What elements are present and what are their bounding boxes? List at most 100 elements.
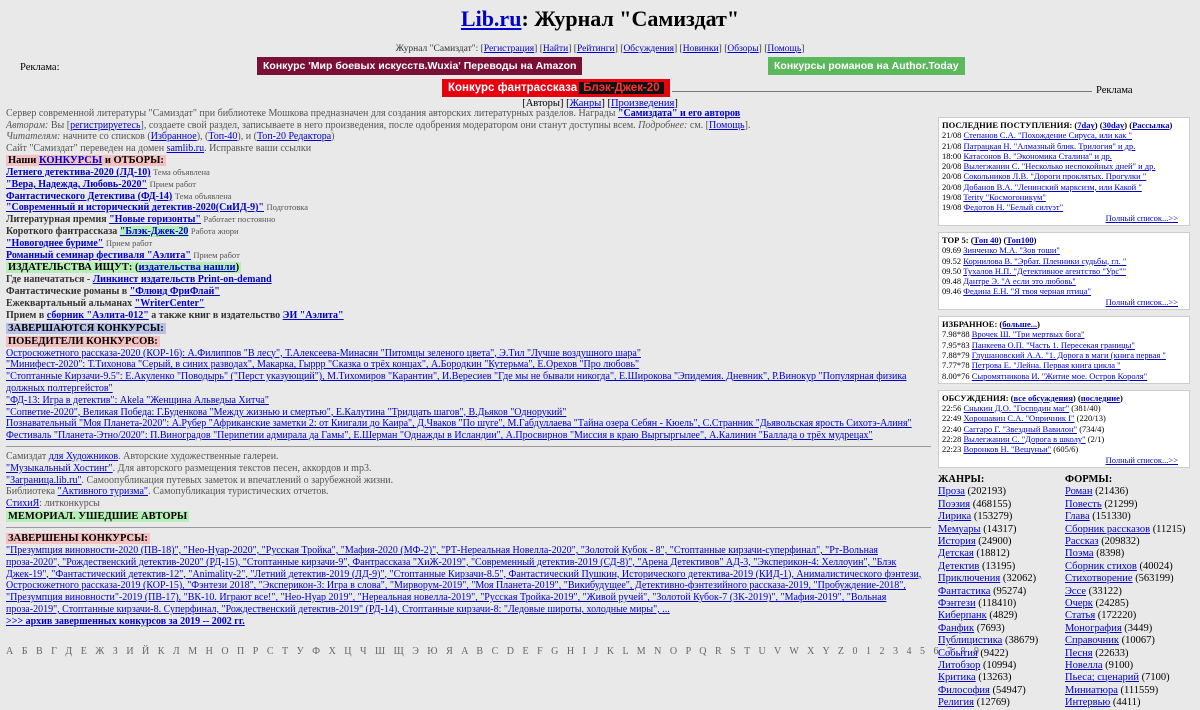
- latest-link[interactable]: Федотов Н. "Белый силуэт": [964, 202, 1064, 212]
- top5-link[interactable]: Корнилова В. "Эрбат. Пленники судьбы, гл…: [963, 256, 1126, 266]
- favorite-link[interactable]: Сыромятникова И. "Житие мое. Остров Коро…: [972, 371, 1147, 381]
- misc-link[interactable]: "Музыкальный Хостинг": [6, 463, 113, 474]
- memorial-heading[interactable]: МЕМОРИАЛ. УШЕДШИЕ АВТОРЫ: [6, 510, 190, 522]
- ad-author-today-banner[interactable]: Конкурсы романов на Author.Today: [768, 57, 965, 75]
- winner-link[interactable]: "ФД-13: Игра в детектив": Akela "Женщина…: [6, 395, 269, 406]
- genre-link[interactable]: Фантастика: [938, 586, 990, 597]
- latest-link[interactable]: Степанов С.А. "Похождение Сируса, или ка…: [964, 130, 1133, 140]
- form-link[interactable]: Пьеса; сценарий: [1065, 672, 1139, 683]
- latest-link[interactable]: Terity "Космогоникум": [963, 192, 1046, 202]
- form-link[interactable]: Миниатюра: [1065, 685, 1118, 696]
- winner-link[interactable]: Фестиваль "Планета-Этно/2020": П.Виногра…: [6, 430, 873, 441]
- genre-link[interactable]: Фанфик: [938, 623, 974, 634]
- publisher-link[interactable]: "Флюид ФриФлай": [130, 286, 220, 297]
- nav-search[interactable]: Найти: [543, 44, 568, 54]
- misc-link[interactable]: для Художников: [49, 451, 118, 462]
- nav-register[interactable]: Регистрация: [484, 44, 534, 54]
- latest-link[interactable]: Катасонов В. "Экономика Сталина" и др.: [964, 151, 1112, 161]
- form-link[interactable]: Эссе: [1065, 586, 1086, 597]
- winner-link[interactable]: Остросюжетного рассказа-2020 (КОР-16): А…: [6, 348, 641, 359]
- samlib-link[interactable]: samlib.ru: [167, 143, 205, 154]
- discussion-link[interactable]: Вылегжанин С. "Дорога в школу": [964, 434, 1086, 444]
- publishers-found-link[interactable]: издательства нашли: [139, 262, 236, 273]
- discussions-full-list-link[interactable]: Полный список...>>: [1106, 455, 1178, 465]
- contest-link[interactable]: "Блэк-Джек-20: [119, 225, 189, 237]
- nav-ratings[interactable]: Рейтинги: [577, 44, 615, 54]
- site-home-link[interactable]: Lib.ru: [461, 6, 522, 31]
- form-link[interactable]: Поэма: [1065, 548, 1094, 559]
- favorite-link[interactable]: Панкеева О.П. "Часть 1. Пересекая границ…: [972, 340, 1135, 350]
- ad-wuxia-banner[interactable]: Конкурс 'Мир боевых искусств.Wuxia' Пере…: [257, 57, 583, 75]
- publisher-link[interactable]: сборник "Аэлита-012": [47, 310, 149, 321]
- genre-link[interactable]: Фэнтези: [938, 598, 976, 609]
- misc-link[interactable]: "Заграница.lib.ru": [6, 475, 82, 486]
- latest-7day-link[interactable]: 7day: [1077, 120, 1094, 130]
- nav-help[interactable]: Помощь: [767, 44, 801, 54]
- form-link[interactable]: Рассказ: [1065, 536, 1099, 547]
- favorite-link[interactable]: Петрова Е. "Лейна. Первая книга цикла ": [972, 360, 1121, 370]
- genre-link[interactable]: Проза: [938, 486, 965, 497]
- form-link[interactable]: Роман: [1065, 486, 1092, 497]
- winner-link[interactable]: "Минифест-2020": Т.Тихонова "Серый, в си…: [6, 359, 639, 370]
- genre-link[interactable]: Поэзия: [938, 499, 970, 510]
- top5-link[interactable]: Дантре Э. "А если это любовь": [963, 276, 1076, 286]
- misc-link[interactable]: "Активного туризма": [58, 486, 148, 497]
- discussion-link[interactable]: Сныкин Д.О. "Господин маг": [964, 403, 1070, 413]
- genre-link[interactable]: Философия: [938, 685, 990, 696]
- top40-link-right[interactable]: Топ 40: [974, 235, 999, 245]
- latest-mailing-link[interactable]: Рассылка: [1132, 120, 1169, 130]
- genre-link[interactable]: Публицистика: [938, 635, 1002, 646]
- form-link[interactable]: Очерк: [1065, 598, 1093, 609]
- register-link[interactable]: регистрируетесь: [70, 120, 140, 131]
- genre-link[interactable]: События: [938, 648, 978, 659]
- top5-link[interactable]: Федина Е.Н. "Я твоя черная птица": [963, 286, 1091, 296]
- genre-link[interactable]: Мемуары: [938, 524, 981, 535]
- latest-link[interactable]: Сокольников Л.В. "Дороги проклятых. Прог…: [964, 171, 1147, 181]
- form-link[interactable]: Монография: [1065, 623, 1122, 634]
- all-discussions-link[interactable]: все обсуждения: [1014, 393, 1073, 403]
- alphabet-index[interactable]: А Б В Г Д Е Ж З И Й К Л М Н О П Р С Т У …: [6, 646, 982, 657]
- help-link[interactable]: Помощь: [709, 120, 745, 131]
- genre-link[interactable]: История: [938, 536, 976, 547]
- contest-link[interactable]: Летнего детектива-2020 (ЛД-10): [6, 167, 151, 178]
- ad-fantrasskaz-banner[interactable]: Конкурс фантрассказа Блэк-Джек-20: [442, 79, 670, 97]
- top40-link[interactable]: Топ-40: [208, 131, 237, 142]
- winner-link[interactable]: "Сопветие-2020", Великая Победа: Г.Буден…: [6, 407, 566, 418]
- genre-link[interactable]: Лирика: [938, 511, 971, 522]
- form-link[interactable]: Интервью: [1065, 697, 1110, 708]
- top100-link[interactable]: Топ100: [1006, 235, 1033, 245]
- discussion-link[interactable]: Хорошавин С.А. "Опричник I": [964, 413, 1075, 423]
- favorite-link[interactable]: Врочек Ш. "Три мертвых бога": [972, 329, 1085, 339]
- archive-link[interactable]: >>> архив завершенных конкурсов за 2019 …: [6, 616, 932, 628]
- contest-link[interactable]: "Новые горизонты": [109, 214, 201, 225]
- publisher-link[interactable]: Линкинст издательств Print-on-demand: [93, 274, 272, 285]
- genre-link[interactable]: Детская: [938, 548, 974, 559]
- nav-reviews[interactable]: Обзоры: [727, 44, 758, 54]
- nav-discussions[interactable]: Обсуждения: [623, 44, 674, 54]
- genre-link[interactable]: Религия: [938, 697, 974, 708]
- top5-link[interactable]: Тухалов Н.П. "Детективное агентство "Урс…: [963, 266, 1126, 276]
- form-link[interactable]: Статья: [1065, 610, 1095, 621]
- form-link[interactable]: Стихотворение: [1065, 573, 1133, 584]
- genre-link[interactable]: Киберпанк: [938, 610, 987, 621]
- misc-link[interactable]: СтихиЯ: [6, 498, 39, 509]
- form-link[interactable]: Сборник стихов: [1065, 561, 1137, 572]
- contests-link[interactable]: КОНКУРСЫ: [39, 155, 102, 166]
- finished-contests-list[interactable]: "Презумпция виновности-2020 (ПВ-18)", "Н…: [6, 545, 932, 616]
- latest-link[interactable]: Патрацкая Н. "Алмазный блик. Трилогия" и…: [964, 141, 1136, 151]
- winner-link[interactable]: "Стоптанные Кирзачи-9.5": Е.Акуленко "По…: [6, 371, 907, 394]
- latest-link[interactable]: Добанов В.А. "Ленинский марксизм, или Ка…: [964, 182, 1142, 192]
- form-link[interactable]: Новелла: [1065, 660, 1103, 671]
- favorites-link[interactable]: Избранное: [151, 131, 197, 142]
- contest-link[interactable]: "Современный и исторический детектив-202…: [6, 202, 264, 213]
- discussion-link[interactable]: Саггаро Г. "Звездный Вавилон": [964, 424, 1078, 434]
- latest-30day-link[interactable]: 30day: [1103, 120, 1125, 130]
- genre-link[interactable]: Литобзор: [938, 660, 980, 671]
- contest-link[interactable]: Романный семинар фестиваля "Аэлита": [6, 250, 191, 261]
- form-link[interactable]: Песня: [1065, 648, 1093, 659]
- contest-link[interactable]: Фантастического Детектива (ФД-14): [6, 191, 172, 202]
- top20-editor-link[interactable]: Топ-20 Редактора: [257, 131, 331, 142]
- top5-link[interactable]: Зинченко М.А. "Зов тоши": [963, 245, 1060, 255]
- favorite-link[interactable]: Глушановский А.А. "1. Дорога в маги (кни…: [972, 350, 1166, 360]
- genre-link[interactable]: Критика: [938, 672, 976, 683]
